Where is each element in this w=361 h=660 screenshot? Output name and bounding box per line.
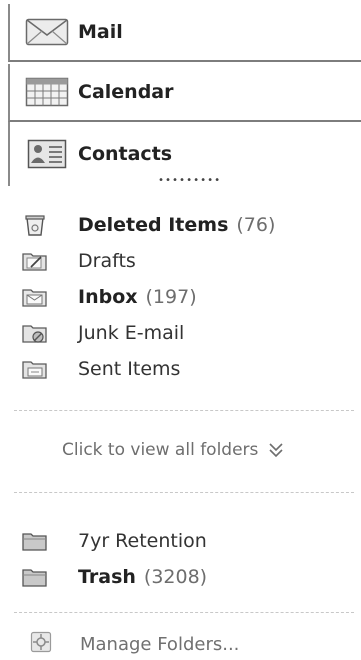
folder-icon xyxy=(22,529,48,553)
section-divider xyxy=(14,492,354,493)
contacts-card-icon xyxy=(24,136,70,172)
folder-name: Trash xyxy=(78,566,136,588)
folder-name: Drafts xyxy=(78,250,136,272)
unread-count: (3208) xyxy=(143,566,208,588)
manage-folders-label: Manage Folders... xyxy=(80,633,240,655)
nav-calendar-label: Calendar xyxy=(78,81,174,103)
folder-name: Sent Items xyxy=(78,358,181,380)
drafts-folder-icon xyxy=(22,249,48,273)
double-chevron-down-icon xyxy=(268,440,284,460)
nav-calendar-button[interactable]: Calendar xyxy=(8,64,361,122)
inbox-folder-icon xyxy=(22,285,48,309)
trash-can-icon xyxy=(22,213,48,237)
folder-name: Junk E-mail xyxy=(78,322,185,344)
navigation-pane: Mail Calendar Contacts ••••••••• xyxy=(8,0,361,190)
section-divider xyxy=(14,612,354,613)
folder-item-7yr-retention[interactable]: 7yr Retention xyxy=(22,526,352,556)
mail-envelope-icon xyxy=(24,14,70,50)
view-all-folders-link[interactable]: Click to view all folders xyxy=(62,436,284,464)
folder-icon xyxy=(22,565,48,589)
pane-resize-grip[interactable]: ••••••••• xyxy=(158,176,228,186)
folder-name: Inbox xyxy=(78,286,138,308)
folder-item-junk-email[interactable]: Junk E-mail xyxy=(22,318,352,348)
view-all-folders-label: Click to view all folders xyxy=(62,440,259,460)
nav-contacts-label: Contacts xyxy=(78,143,173,165)
folder-item-trash[interactable]: Trash (3208) xyxy=(22,562,352,592)
folder-item-deleted-items[interactable]: Deleted Items (76) xyxy=(22,210,352,240)
sent-folder-icon xyxy=(22,357,48,381)
folder-item-inbox[interactable]: Inbox (197) xyxy=(22,282,352,312)
junk-folder-icon xyxy=(22,321,48,345)
nav-mail-label: Mail xyxy=(78,21,123,43)
calendar-icon xyxy=(24,74,70,110)
unread-count: (76) xyxy=(236,214,276,236)
folder-name: 7yr Retention xyxy=(78,530,207,552)
folder-item-sent-items[interactable]: Sent Items xyxy=(22,354,352,384)
folder-name: Deleted Items xyxy=(78,214,229,236)
manage-folders-icon xyxy=(30,631,52,657)
nav-mail-button[interactable]: Mail xyxy=(8,4,361,62)
manage-folders-button[interactable]: Manage Folders... xyxy=(30,629,239,659)
folder-item-drafts[interactable]: Drafts xyxy=(22,246,352,276)
section-divider xyxy=(14,410,354,411)
unread-count: (197) xyxy=(145,286,197,308)
